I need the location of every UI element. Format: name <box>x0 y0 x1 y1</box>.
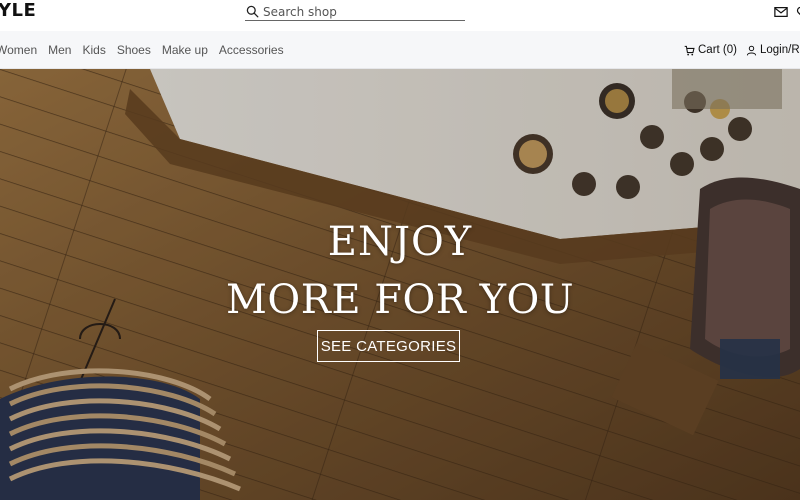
nav-item-kids[interactable]: Kids <box>82 43 105 57</box>
top-icons <box>774 5 800 19</box>
hero-title-line2: MORE FOR YOU <box>225 277 575 323</box>
login-label: Login/Re <box>759 44 800 56</box>
category-nav: Women Men Kids Shoes Make up Accessories… <box>0 31 800 69</box>
see-categories-button[interactable]: SEE CATEGORIES <box>317 330 460 362</box>
user-icon <box>746 45 757 55</box>
nav-item-accessories[interactable]: Accessories <box>219 43 284 57</box>
hero-banner: ENJOY MORE FOR YOU SEE CATEGORIES <box>0 69 800 500</box>
top-bar: YLE <box>0 0 800 31</box>
heart-icon[interactable] <box>796 5 800 19</box>
nav-item-shoes[interactable]: Shoes <box>117 43 151 57</box>
hero-title-line1: ENJOY <box>327 219 473 265</box>
nav-item-makeup[interactable]: Make up <box>162 43 208 57</box>
cart-icon <box>684 45 695 55</box>
nav-item-men[interactable]: Men <box>48 43 71 57</box>
search-input[interactable] <box>263 3 463 20</box>
login-link[interactable]: Login/Re <box>746 44 800 56</box>
nav-item-women[interactable]: Women <box>0 43 37 57</box>
cart-link[interactable]: Cart (0) <box>684 44 737 56</box>
search-bar[interactable] <box>245 3 465 21</box>
brand-logo[interactable]: YLE <box>0 0 36 21</box>
envelope-icon[interactable] <box>774 5 788 19</box>
search-icon <box>246 5 259 18</box>
cart-label: Cart (0) <box>698 44 737 56</box>
